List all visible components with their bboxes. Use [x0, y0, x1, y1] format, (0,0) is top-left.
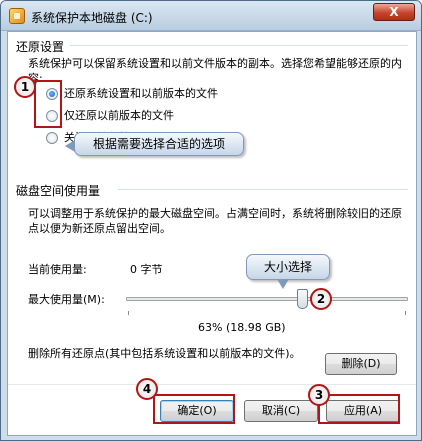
current-usage-label: 当前使用量:: [28, 263, 87, 276]
title-bar[interactable]: 系统保护本地磁盘 (C:) X: [1, 1, 421, 31]
marker-3: 3: [308, 384, 330, 406]
system-protection-icon: [9, 8, 25, 24]
slider-tick: [405, 311, 406, 315]
restore-description: 系统保护可以保留系统设置和以前文件版本的副本。选择您希望能够还原的内容:: [28, 57, 402, 85]
system-protection-dialog: 系统保护本地磁盘 (C:) X 还原设置 系统保护可以保留系统设置和以前文件版本…: [0, 0, 422, 441]
delete-button[interactable]: 删除(D): [325, 353, 397, 375]
restore-settings-divider: [70, 45, 408, 46]
callout-size-selection: 大小选择: [246, 254, 330, 289]
radio-turn-off-protection[interactable]: [46, 132, 58, 144]
disk-space-heading: 磁盘空间使用量: [16, 184, 101, 198]
marker-4: 4: [136, 378, 158, 400]
max-usage-value: 63% (18.98 GB): [198, 321, 286, 334]
window-title: 系统保护本地磁盘 (C:): [31, 11, 153, 25]
max-usage-slider-thumb[interactable]: [296, 289, 308, 309]
delete-description: 删除所有还原点(其中包括系统设置和以前版本的文件)。: [28, 347, 301, 360]
max-usage-label: 最大使用量(M):: [28, 293, 105, 306]
close-button[interactable]: X: [373, 3, 415, 21]
callout-choose-option: 根据需要选择合适的选项: [65, 132, 244, 156]
marker-2: 2: [310, 288, 332, 310]
disk-description: 可以调整用于系统保护的最大磁盘空间。占满空间时，系统将删除较旧的还原点以便为新还…: [28, 207, 402, 235]
current-usage-value: 0 字节: [130, 263, 163, 276]
option-restore-files-only-label[interactable]: 仅还原以前版本的文件: [64, 108, 174, 123]
dialog-body: 还原设置 系统保护可以保留系统设置和以前文件版本的副本。选择您希望能够还原的内容…: [7, 31, 417, 436]
ok-highlight-box: [153, 394, 235, 424]
marker-1: 1: [14, 76, 36, 98]
max-usage-slider-track[interactable]: [126, 297, 408, 301]
apply-highlight-box: [318, 394, 400, 424]
options-highlight-box: [34, 80, 62, 128]
slider-tick: [128, 311, 129, 315]
disk-space-divider: [118, 189, 408, 190]
cancel-button[interactable]: 取消(C): [244, 400, 318, 422]
restore-settings-heading: 还原设置: [16, 40, 65, 54]
footer-divider: [8, 384, 416, 385]
option-restore-system-and-files-label[interactable]: 还原系统设置和以前版本的文件: [64, 86, 218, 101]
